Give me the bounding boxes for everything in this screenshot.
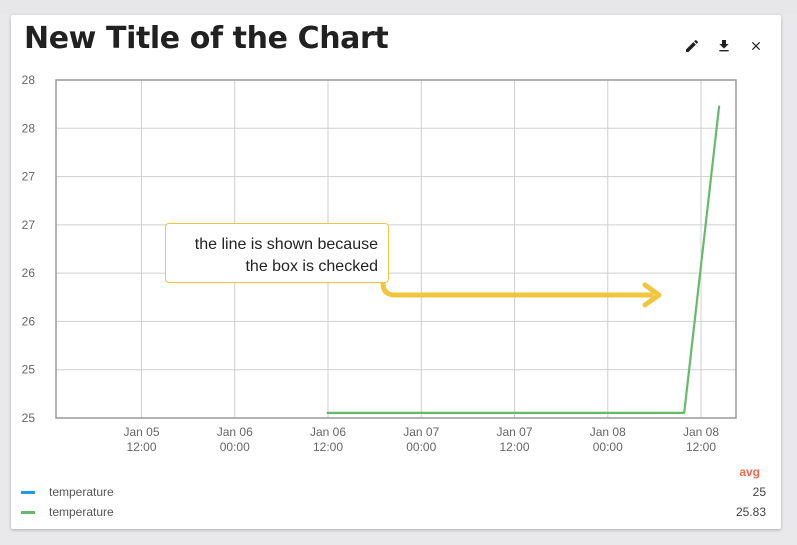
legend-label: temperature xyxy=(49,485,114,499)
x-tick-label: 12:00 xyxy=(313,440,343,454)
legend-label: temperature xyxy=(49,505,114,519)
x-tick-label: 12:00 xyxy=(499,440,529,454)
x-tick-label: Jan 08 xyxy=(683,425,719,439)
chart-plot: 2828272726262525 Jan 0512:00Jan 0600:00J… xyxy=(22,73,737,454)
legend-avg-value: 25 xyxy=(752,485,766,499)
y-tick-label: 28 xyxy=(22,121,36,135)
x-tick-label: Jan 07 xyxy=(496,425,532,439)
y-tick-label: 28 xyxy=(22,73,36,87)
y-tick-label: 25 xyxy=(22,363,36,377)
x-tick-label: Jan 07 xyxy=(403,425,439,439)
annotation-arrow xyxy=(380,280,662,308)
y-tick-label: 27 xyxy=(22,218,36,232)
arrow-shaft xyxy=(380,280,654,298)
legend-avg-header: avg xyxy=(739,465,760,479)
x-tick-label: Jan 06 xyxy=(217,425,253,439)
legend-swatch xyxy=(21,491,35,494)
annotation-callout: the line is shown because the box is che… xyxy=(165,223,389,283)
x-tick-label: 12:00 xyxy=(686,440,716,454)
x-tick-label: 00:00 xyxy=(593,440,623,454)
x-tick-label: 00:00 xyxy=(406,440,436,454)
x-tick-label: 12:00 xyxy=(126,440,156,454)
x-tick-label: Jan 06 xyxy=(310,425,346,439)
plot-frame xyxy=(55,79,737,419)
y-tick-label: 25 xyxy=(22,411,36,425)
x-tick-label: Jan 05 xyxy=(123,425,159,439)
y-tick-label: 26 xyxy=(22,266,36,280)
y-tick-label: 27 xyxy=(22,170,36,184)
legend-avg-value: 25.83 xyxy=(735,505,766,519)
annotation-line-1: the line is shown because xyxy=(194,236,378,253)
x-tick-label: 00:00 xyxy=(220,440,250,454)
legend-swatch xyxy=(21,511,35,514)
y-tick-label: 26 xyxy=(22,314,36,328)
legend-item[interactable]: temperature 25.83 xyxy=(21,503,766,521)
annotation-line-2: the box is checked xyxy=(245,258,378,275)
x-tick-label: Jan 08 xyxy=(590,425,626,439)
window-top-strip xyxy=(0,0,797,14)
legend-item[interactable]: temperature 25 xyxy=(21,483,766,501)
chart-card: New Title of the Chart 28 28 27 27 26 26 25 25 … xyxy=(11,15,781,529)
